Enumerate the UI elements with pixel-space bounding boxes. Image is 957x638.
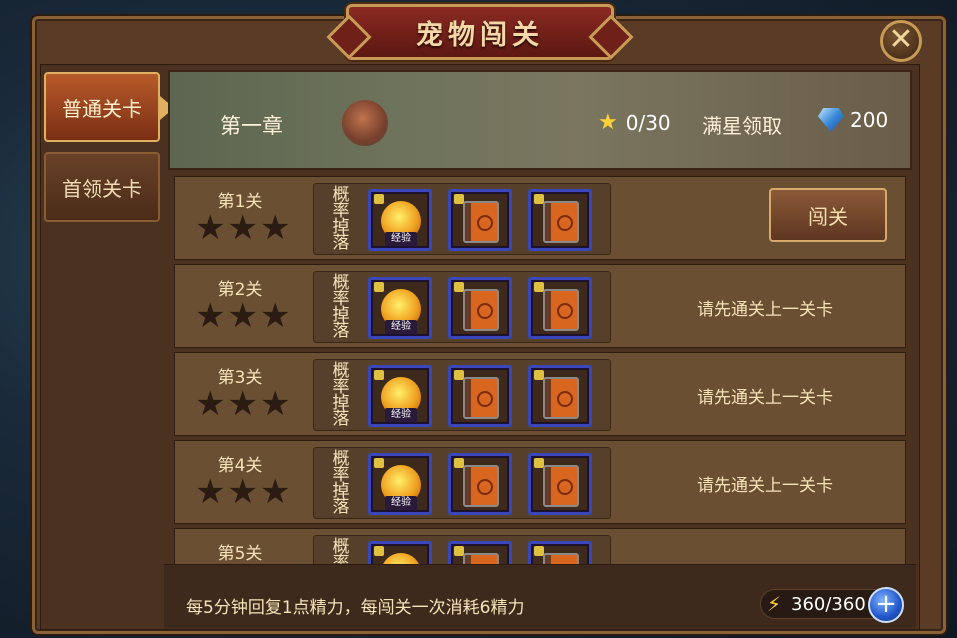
plus-icon: + [875, 589, 897, 619]
drop-label: 概率掉落 [332, 361, 350, 429]
footer-bar: 每5分钟回复1点精力，每闯关一次消耗6精力 ⚡ 360/360 + [164, 564, 916, 628]
item-tag: 经验 [385, 320, 417, 334]
star-empty-icon: ★ [259, 384, 291, 424]
star-empty-icon: ★ [195, 472, 226, 512]
star-count-value: 0/30 [625, 110, 671, 135]
drop-item-slot[interactable] [528, 277, 592, 339]
drop-item-slot[interactable] [448, 541, 512, 564]
locked-hint: 请先通关上一关卡 [697, 476, 833, 496]
star-empty-icon: ★ [195, 384, 226, 424]
star-empty-icon: ★ [259, 296, 291, 336]
chapter-star-count: ★ 0/30 [598, 110, 671, 135]
chapter-banner: 第一章 ★ 0/30 满星领取 200 [168, 70, 912, 170]
drop-label: 概率掉落 [332, 273, 350, 341]
lock-icon [374, 194, 384, 204]
drop-box: 概率掉落经验 [313, 359, 611, 431]
star-empty-icon: ★ [195, 296, 226, 336]
skill-book-icon [543, 465, 579, 507]
stage-row: 第1关 ★ ★ ★ 概率掉落 经验 闯关 [174, 176, 906, 260]
lock-icon [374, 282, 384, 292]
stage-row: 第4关 ★ ★ ★ 概率掉落 经验 请先通关上一关卡 [174, 440, 906, 524]
title-plate: 宠物闯关 [346, 4, 614, 60]
tab-normal-stages[interactable]: 普通关卡 [44, 72, 174, 142]
skill-book-icon [543, 201, 579, 243]
drop-item-slot[interactable]: 经验 [368, 189, 432, 251]
add-energy-button[interactable]: + [868, 587, 904, 623]
skill-book-icon [463, 289, 499, 331]
exp-paw-icon [381, 553, 421, 564]
challenge-button[interactable]: 闯关 [769, 188, 887, 242]
drop-box: 概率掉落经验 [313, 447, 611, 519]
drop-box: 概率掉落经验 [313, 183, 611, 255]
item-tag: 经验 [385, 408, 417, 422]
stage-list[interactable]: 第1关 ★ ★ ★ 概率掉落 经验 闯关 第2关 ★ ★ ★ 概率掉落 经验 请先通关上一关卡 第3关 ★ ★ ★… [168, 172, 912, 564]
drop-item-slot[interactable] [448, 365, 512, 427]
drop-item-slot[interactable] [528, 189, 592, 251]
locked-hint: 请先通关上一关卡 [697, 388, 833, 408]
tab-boss-stages[interactable]: 首领关卡 [44, 152, 160, 222]
chapter-name: 第一章 [220, 114, 283, 138]
gem-reward: 200 [818, 108, 888, 132]
stage-stars: ★★★ [195, 299, 290, 333]
skill-book-icon [463, 377, 499, 419]
stage-stars: ★★★ [195, 211, 290, 245]
star-empty-icon: ★ [259, 472, 291, 512]
lock-icon [374, 458, 384, 468]
diamond-icon [818, 108, 844, 132]
drop-label: 概率掉落 [332, 449, 350, 517]
star-empty-icon: ★ [227, 472, 258, 512]
energy-info-text: 每5分钟回复1点精力，每闯关一次消耗6精力 [186, 598, 525, 618]
stage-stars: ★★★ [195, 387, 290, 421]
tab-label: 普通关卡 [62, 96, 142, 121]
star-empty-icon: ★ [227, 384, 258, 424]
item-tag: 经验 [385, 232, 417, 246]
drop-item-slot[interactable]: 经验 [368, 277, 432, 339]
lock-icon [374, 546, 384, 556]
drop-box: 概率掉落经验 [313, 271, 611, 343]
locked-hint: 请先通关上一关卡 [697, 300, 833, 320]
stage-stars: ★★★ [195, 475, 290, 509]
stage-row: 第2关 ★ ★ ★ 概率掉落 经验 请先通关上一关卡 [174, 264, 906, 348]
full-star-reward-button[interactable]: 满星领取 [702, 110, 782, 139]
drop-label: 概率掉落 [332, 185, 350, 253]
drop-item-slot[interactable]: 经验 [368, 365, 432, 427]
banner-scene-art [342, 100, 388, 146]
drop-label: 概率掉落 [332, 537, 350, 565]
close-button[interactable]: ✕ [880, 20, 922, 62]
close-icon: ✕ [888, 22, 914, 57]
skill-book-icon [543, 553, 579, 564]
gem-reward-value: 200 [850, 108, 889, 132]
drop-item-slot[interactable] [448, 277, 512, 339]
drop-item-slot[interactable]: 经验 [368, 541, 432, 564]
star-empty-icon: ★ [227, 208, 258, 248]
skill-book-icon [463, 553, 499, 564]
skill-book-icon [463, 201, 499, 243]
stage-row: 第3关 ★ ★ ★ 概率掉落 经验 请先通关上一关卡 [174, 352, 906, 436]
dialog-title: 宠物闯关 [416, 19, 544, 51]
item-tag: 经验 [385, 496, 417, 510]
skill-book-icon [463, 465, 499, 507]
skill-book-icon [543, 289, 579, 331]
star-empty-icon: ★ [227, 296, 258, 336]
drop-box: 概率掉落经验 [313, 535, 611, 564]
drop-item-slot[interactable]: 经验 [368, 453, 432, 515]
lightning-icon: ⚡ [767, 592, 782, 616]
drop-item-slot[interactable] [528, 453, 592, 515]
star-empty-icon: ★ [195, 208, 226, 248]
tab-label: 首领关卡 [62, 176, 142, 201]
energy-value: 360/360 [791, 593, 866, 615]
stage-row: 第5关★★★概率掉落经验请先通关上一关卡 [174, 528, 906, 564]
drop-item-slot[interactable] [448, 189, 512, 251]
drop-item-slot[interactable] [448, 453, 512, 515]
drop-item-slot[interactable] [528, 365, 592, 427]
skill-book-icon [543, 377, 579, 419]
star-empty-icon: ★ [259, 208, 291, 248]
star-icon: ★ [598, 110, 618, 135]
drop-item-slot[interactable] [528, 541, 592, 564]
lock-icon [374, 370, 384, 380]
